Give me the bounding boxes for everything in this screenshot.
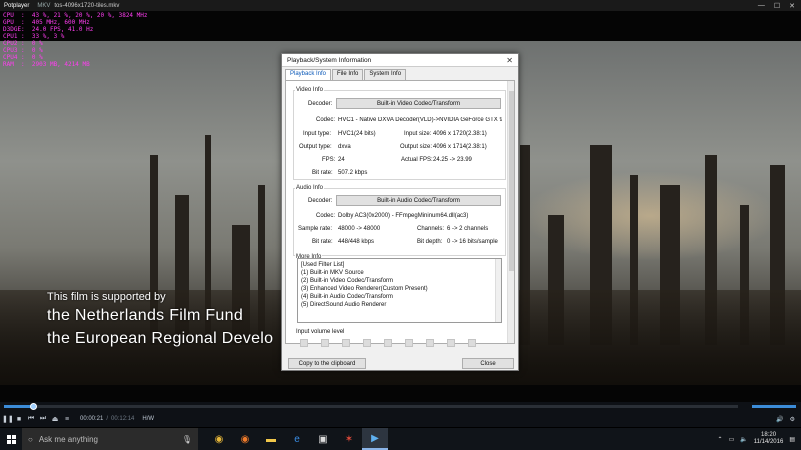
minimize-button[interactable]: — xyxy=(758,2,765,10)
windows-logo-icon xyxy=(6,434,16,444)
tab-system-info[interactable]: System Info xyxy=(364,69,407,80)
audio-codec-label: Codec: xyxy=(316,213,336,219)
app-menu-button[interactable]: Potplayer xyxy=(0,3,33,9)
seek-bar[interactable] xyxy=(4,403,738,410)
close-window-button[interactable]: ✕ xyxy=(789,2,795,10)
video-codec-label: Codec: xyxy=(316,117,336,123)
container-label: MKV xyxy=(37,2,51,9)
firefox-icon[interactable]: ◉ xyxy=(232,428,258,450)
search-box[interactable]: ○ Ask me anything 🎙 xyxy=(22,428,198,450)
total-time: 00:12:14 xyxy=(111,416,135,422)
playback-info-dialog: Playback/System Information ✕ Playback I… xyxy=(281,53,519,371)
audio-codec-value: Dolby AC3(0x2000) - FFmpegMininum64.dll(… xyxy=(338,213,469,219)
output-type-value: dxva xyxy=(338,144,351,150)
player-controls: ❚❚ ■ ⏮ ⏭ ⏏ ≡ 00:00:21 / 00:12:14 H/W 🔊 ⚙ xyxy=(0,411,801,427)
tab-file-info[interactable]: File Info xyxy=(332,69,364,80)
input-volume-label: Input volume level xyxy=(296,329,345,335)
channels-label: Channels: xyxy=(417,226,445,232)
gear-icon[interactable]: ⚙ xyxy=(790,416,795,423)
subtitle-line: This film is supported by xyxy=(47,291,166,303)
audio-info-heading: Audio Info xyxy=(295,185,325,191)
open-file-icon[interactable]: ⏏ xyxy=(50,415,60,423)
hw-decoding-toggle[interactable]: H/W xyxy=(142,416,154,422)
video-decoder-label: Decoder: xyxy=(308,101,333,107)
video-info-heading: Video Info xyxy=(295,87,324,93)
seek-bar-area xyxy=(0,402,801,411)
dialog-title: Playback/System Information xyxy=(287,56,372,64)
subtitle-line: the Netherlands Film Fund xyxy=(47,307,244,324)
maximize-button[interactable]: ☐ xyxy=(774,2,780,10)
audio-bitrate-label: Bit rate: xyxy=(312,239,333,245)
video-bitrate-value: 507.2 kbps xyxy=(338,170,368,176)
volume-slider[interactable] xyxy=(752,405,796,408)
performance-osd: CPU : 43 %, 21 %, 20 %, 20 %, 3824 MHz GP… xyxy=(3,12,148,68)
audio-decoder-label: Decoder: xyxy=(308,198,333,204)
file-explorer-icon[interactable]: ▬ xyxy=(258,428,284,450)
input-size-value: 4096 x 1720(2.38:1) xyxy=(433,131,487,137)
input-volume-meter xyxy=(300,339,476,347)
actual-fps-label: Actual FPS: xyxy=(401,157,433,163)
previous-icon[interactable]: ⏮ xyxy=(26,415,36,423)
output-type-label: Output type: xyxy=(299,144,332,150)
potplayer-icon[interactable]: ▶ xyxy=(362,428,388,450)
time-separator: / xyxy=(106,416,109,422)
filter-list-textarea[interactable]: [Used Filter List] (1) Built-in MKV Sour… xyxy=(297,258,502,323)
window-titlebar: Potplayer MKV tos-4096x1720-tiles.mkv — … xyxy=(0,0,801,11)
close-icon[interactable]: ✕ xyxy=(506,56,513,65)
subtitle-line: the European Regional Develo xyxy=(47,330,274,347)
volume-icon[interactable]: 🔈 xyxy=(740,436,747,443)
clock[interactable]: 18:20 11/14/2016 xyxy=(754,432,784,446)
textarea-scrollbar[interactable] xyxy=(495,259,501,322)
video-codec-value: HVC1 - Native DXVA Decoder(VLD)->NVIDIA … xyxy=(338,117,502,123)
video-bitrate-label: Bit rate: xyxy=(312,170,333,176)
sample-rate-label: Sample rate: xyxy=(298,226,333,232)
notifications-icon[interactable]: ▤ xyxy=(789,436,795,443)
input-type-label: Input type: xyxy=(303,131,332,137)
current-time: 00:00:21 xyxy=(80,416,104,422)
next-icon[interactable]: ⏭ xyxy=(38,415,48,423)
speaker-icon[interactable]: 🔊 xyxy=(776,416,783,423)
store-icon[interactable]: ▣ xyxy=(310,428,336,450)
start-button[interactable] xyxy=(0,428,22,450)
stop-icon[interactable]: ■ xyxy=(14,416,24,423)
file-name: tos-4096x1720-tiles.mkv xyxy=(54,2,120,9)
fps-value: 24 xyxy=(338,157,345,163)
pause-icon[interactable]: ❚❚ xyxy=(2,415,14,423)
channels-value: 6 -> 2 channels xyxy=(447,226,489,232)
edge-icon[interactable]: e xyxy=(284,428,310,450)
fps-label: FPS: xyxy=(322,157,336,163)
chevron-up-icon[interactable]: ⌃ xyxy=(718,436,723,443)
seek-handle[interactable] xyxy=(30,403,38,410)
panel-scrollbar[interactable] xyxy=(507,81,514,343)
bit-depth-value: 0 -> 16 bits/sample xyxy=(447,239,498,245)
search-icon: ○ xyxy=(28,434,33,444)
output-size-label: Output size: xyxy=(400,144,433,150)
input-size-label: Input size: xyxy=(404,131,432,137)
audio-decoder-button[interactable]: Built-in Audio Codec/Transform xyxy=(336,195,501,206)
bit-depth-label: Bit depth: xyxy=(417,239,443,245)
app-icon[interactable]: ✶ xyxy=(336,428,362,450)
microphone-icon[interactable]: 🎙 xyxy=(182,435,192,444)
actual-fps-value: 24.25 -> 23.99 xyxy=(433,157,472,163)
playback-info-panel: Video Info Decoder: Built-in Video Codec… xyxy=(285,80,515,347)
search-placeholder: Ask me anything xyxy=(38,434,98,444)
close-button[interactable]: Close xyxy=(462,358,514,369)
input-type-value: HVC1(24 bits) xyxy=(338,131,376,137)
windows-taskbar: ○ Ask me anything 🎙 ◉ ◉ ▬ e ▣ ✶ ▶ ⌃ ▭ 🔈 … xyxy=(0,428,801,450)
sample-rate-value: 48000 -> 48000 xyxy=(338,226,381,232)
settings-icon[interactable]: ≡ xyxy=(62,416,72,423)
network-icon[interactable]: ▭ xyxy=(729,436,735,443)
video-decoder-button[interactable]: Built-in Video Codec/Transform xyxy=(336,98,501,109)
copy-to-clipboard-button[interactable]: Copy to the clipboard xyxy=(288,358,366,369)
output-size-value: 4096 x 1714(2.38:1) xyxy=(433,144,487,150)
audio-bitrate-value: 448/448 kbps xyxy=(338,239,375,245)
dialog-titlebar[interactable]: Playback/System Information ✕ xyxy=(282,54,518,67)
chrome-icon[interactable]: ◉ xyxy=(206,428,232,450)
